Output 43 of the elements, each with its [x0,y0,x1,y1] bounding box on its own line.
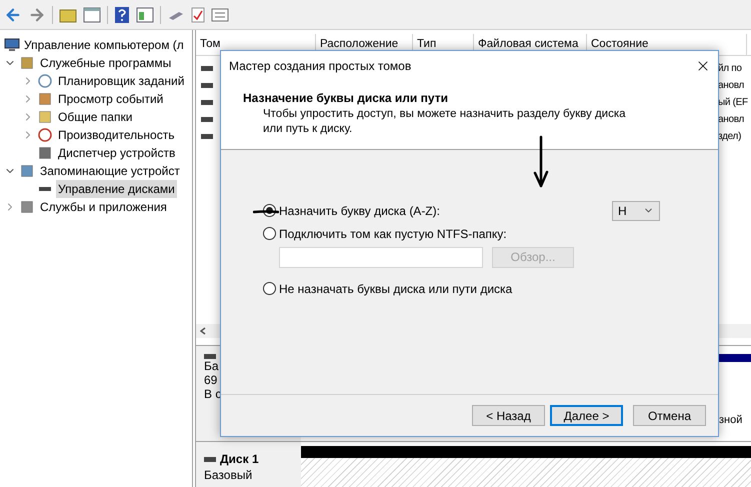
computer-icon [4,38,20,52]
disk-name: Диск 1 [220,451,259,468]
pane-icon[interactable] [83,6,101,22]
tree-item[interactable]: Просмотр событий [56,90,166,108]
underline-mark [253,209,279,215]
drive-letter-dropdown[interactable]: H [612,200,660,220]
help-icon[interactable] [114,6,130,24]
scroll-left-icon[interactable] [200,327,206,335]
dialog-description: Чтобы упростить доступ, вы можете назначить разделу букву диска или путь к диску. [262,107,627,137]
tree-item[interactable]: Службы и приложения [38,198,169,216]
disk-info-text: 69 [204,373,218,387]
tree-item[interactable]: Запоминающие устройст [38,162,182,180]
volume-text: зной [719,413,744,428]
checklist-icon[interactable] [191,6,205,22]
tree-item[interactable]: Управление дисками [56,180,177,198]
hand-drawn-arrow [533,135,549,189]
tree-item[interactable]: Планировщик заданий [56,72,186,90]
table-cell-text: ановл [718,113,746,127]
dialog-heading: Назначение буквы диска или пути [243,90,449,107]
tree-item[interactable]: Диспетчер устройств [56,144,178,162]
tree-item[interactable]: Управление компьютером (л [24,36,184,54]
disk-info-text: Ба [204,359,220,373]
pane-icon[interactable] [136,6,154,22]
folder-up-icon[interactable] [59,6,77,22]
tree-item[interactable]: Служебные программы [38,54,174,72]
tree-item[interactable]: Общие папки [56,108,134,126]
back-icon[interactable] [4,6,22,24]
folder-path-field[interactable] [279,246,483,268]
option-label[interactable]: Не назначать буквы диска или пути диска [279,280,574,298]
dialog-title: Мастер создания простых томов [229,58,412,75]
properties-icon[interactable] [211,8,229,22]
tree-item[interactable]: Производительность [56,126,176,144]
table-cell-text: здел) [718,130,742,144]
option-label[interactable]: Назначить букву диска (A-Z): [279,202,612,220]
option-label[interactable]: Подключить том как пустую NTFS-папку: [279,224,574,242]
radio-button[interactable] [263,282,276,295]
dialog-button[interactable]: Далее > [550,405,623,426]
disk-info-text: Базовый [204,468,254,482]
forward-icon[interactable] [28,6,46,24]
dialog-button[interactable]: Отмена [633,405,706,426]
radio-button[interactable] [263,227,276,240]
table-cell-text: ановл [718,79,746,93]
dialog-button[interactable]: < Назад [472,405,545,426]
